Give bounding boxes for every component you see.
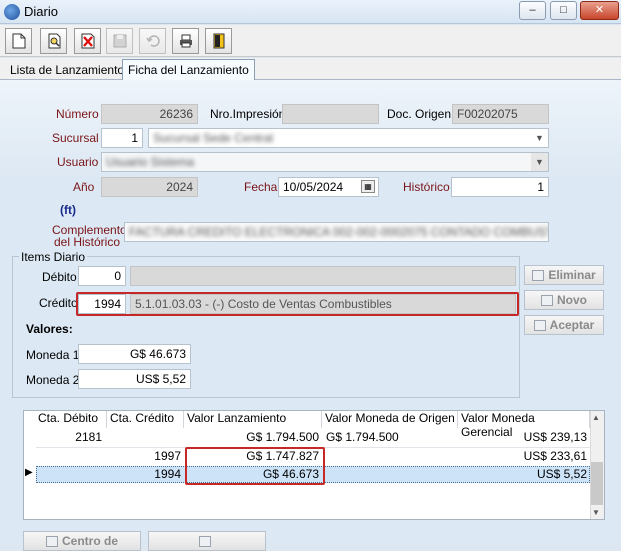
scroll-up-icon[interactable]: ▲ <box>592 413 600 422</box>
find-document-icon <box>48 33 60 49</box>
moneda1-field[interactable]: G$ 46.673 <box>78 344 191 364</box>
fecha-value: 10/05/2024 <box>283 180 344 194</box>
moneda2-field[interactable]: US$ 5,52 <box>78 369 191 389</box>
moneda1-label: Moneda 1 <box>26 348 80 362</box>
aceptar-icon <box>533 319 546 331</box>
grid-cell[interactable]: US$ 239,13 <box>458 429 590 447</box>
new-document-icon <box>12 33 25 49</box>
col-valor-moneda-gerencial[interactable]: Valor Moneda Gerencial <box>458 411 590 439</box>
row-pointer-icon: ▶ <box>25 467 33 478</box>
aceptar-label: Aceptar <box>549 318 595 332</box>
historico-field[interactable]: 1 <box>451 177 549 197</box>
nro-impresion-field <box>282 104 379 124</box>
grid-cell[interactable]: US$ 5,52 <box>458 466 590 484</box>
complemento-label-line2: del Histórico <box>53 235 120 249</box>
grid-cell[interactable] <box>36 448 105 466</box>
debito-desc-field <box>130 266 516 286</box>
print-button[interactable] <box>172 28 199 54</box>
bottom-action-button[interactable] <box>148 531 266 551</box>
novo-icon <box>541 294 553 306</box>
complemento-field[interactable]: FACTURA CREDITO ELECTRONICA 002-002-0002… <box>124 222 549 242</box>
usuario-label: Usuario <box>57 155 99 169</box>
col-cta-credito[interactable]: Cta. Crédito <box>107 411 184 428</box>
doc-origen-field: F00202075 <box>452 104 549 124</box>
col-valor-moneda-origen[interactable]: Valor Moneda de Origen <box>322 411 458 428</box>
valores-label: Valores: <box>26 322 73 336</box>
grid-cell[interactable]: 2181 <box>36 429 105 447</box>
col-valor-lanzamiento[interactable]: Valor Lanzamiento <box>184 411 322 428</box>
eliminar-icon <box>532 269 545 281</box>
maximize-button[interactable]: □ <box>550 1 577 20</box>
scroll-down-icon[interactable]: ▼ <box>592 508 600 517</box>
tab-ficha-lanzamiento[interactable]: Ficha del Lanzamiento <box>122 59 255 80</box>
centro-label: Centro de <box>61 534 118 548</box>
sucursal-label: Sucursal <box>52 131 99 145</box>
undo-icon <box>145 35 160 47</box>
complemento-value: FACTURA CREDITO ELECTRONICA 002-002-0002… <box>129 225 549 239</box>
sucursal-name: Sucursal Sede Central <box>153 131 274 145</box>
calendar-icon[interactable]: ▦ <box>361 180 375 193</box>
usuario-select[interactable]: Usuario Sistema ▼ <box>101 152 549 172</box>
centro-de-button[interactable]: Centro de <box>23 531 141 551</box>
minimize-button[interactable]: – <box>519 1 546 20</box>
credito-desc-field: 5.1.01.03.03 - (-) Costo de Ventas Combu… <box>130 294 516 314</box>
fecha-field[interactable]: 10/05/2024 ▦ <box>278 177 379 197</box>
save-disk-icon <box>113 34 126 48</box>
nro-impresion-label: Nro.Impresión <box>210 107 286 121</box>
grid-cell[interactable] <box>36 466 105 484</box>
grid-cell[interactable]: G$ 1.794.500 <box>184 429 322 447</box>
delete-document-icon <box>81 33 94 49</box>
moneda2-label: Moneda 2 <box>26 373 80 387</box>
complemento-label: Complemento del Histórico <box>52 224 127 249</box>
eliminar-label: Eliminar <box>548 268 596 282</box>
tab-lista-lanzamientos[interactable]: Lista de Lanzamientos <box>5 61 135 80</box>
grid-cell[interactable]: 1997 <box>107 448 184 466</box>
grid-cell[interactable] <box>323 448 458 466</box>
find-button[interactable] <box>40 28 67 54</box>
chevron-down-icon[interactable]: ▼ <box>531 153 548 171</box>
undo-button[interactable] <box>139 28 166 54</box>
numero-field: 26236 <box>101 104 198 124</box>
credito-code-field[interactable]: 1994 <box>78 294 126 314</box>
save-button[interactable] <box>106 28 133 54</box>
close-button[interactable]: ✕ <box>580 1 619 20</box>
credito-label: Crédito <box>39 296 78 310</box>
grid-cell[interactable]: 1994 <box>107 466 184 484</box>
grid-cell[interactable] <box>107 429 184 447</box>
app-icon <box>4 4 20 20</box>
usuario-name: Usuario Sistema <box>106 155 195 169</box>
items-diario-label: Items Diario <box>19 250 88 264</box>
numero-label: Número <box>56 107 99 121</box>
grid-cell[interactable]: US$ 233,61 <box>458 448 590 466</box>
window-title: Diario <box>24 4 58 19</box>
novo-button[interactable]: Novo <box>524 290 604 310</box>
chevron-down-icon[interactable]: ▼ <box>531 129 548 147</box>
new-button[interactable] <box>5 28 32 54</box>
scroll-thumb[interactable] <box>591 462 603 505</box>
exit-door-icon <box>213 33 224 49</box>
ano-field: 2024 <box>101 177 198 197</box>
historico-label: Histórico <box>403 180 450 194</box>
valor-highlight <box>185 447 325 485</box>
centro-icon <box>45 535 58 547</box>
grid-cell[interactable]: G$ 1.794.500 <box>323 429 458 447</box>
ft-indicator: (ft) <box>60 203 76 217</box>
eliminar-button[interactable]: Eliminar <box>524 265 604 285</box>
sucursal-select[interactable]: Sucursal Sede Central ▼ <box>148 128 549 148</box>
ano-label: Año <box>73 180 95 194</box>
debito-label: Débito <box>42 270 77 284</box>
action-icon <box>199 535 211 547</box>
fecha-label: Fecha <box>244 180 278 194</box>
col-cta-debito[interactable]: Cta. Débito <box>35 411 107 428</box>
print-icon <box>179 34 192 48</box>
doc-origen-label: Doc. Origen <box>387 107 452 121</box>
sucursal-code-field[interactable]: 1 <box>101 128 143 148</box>
aceptar-button[interactable]: Aceptar <box>524 315 604 335</box>
debito-code-field[interactable]: 0 <box>78 266 126 286</box>
novo-label: Novo <box>557 293 587 307</box>
grid-cell[interactable] <box>323 466 458 484</box>
delete-button[interactable] <box>74 28 101 54</box>
exit-button[interactable] <box>205 28 232 54</box>
